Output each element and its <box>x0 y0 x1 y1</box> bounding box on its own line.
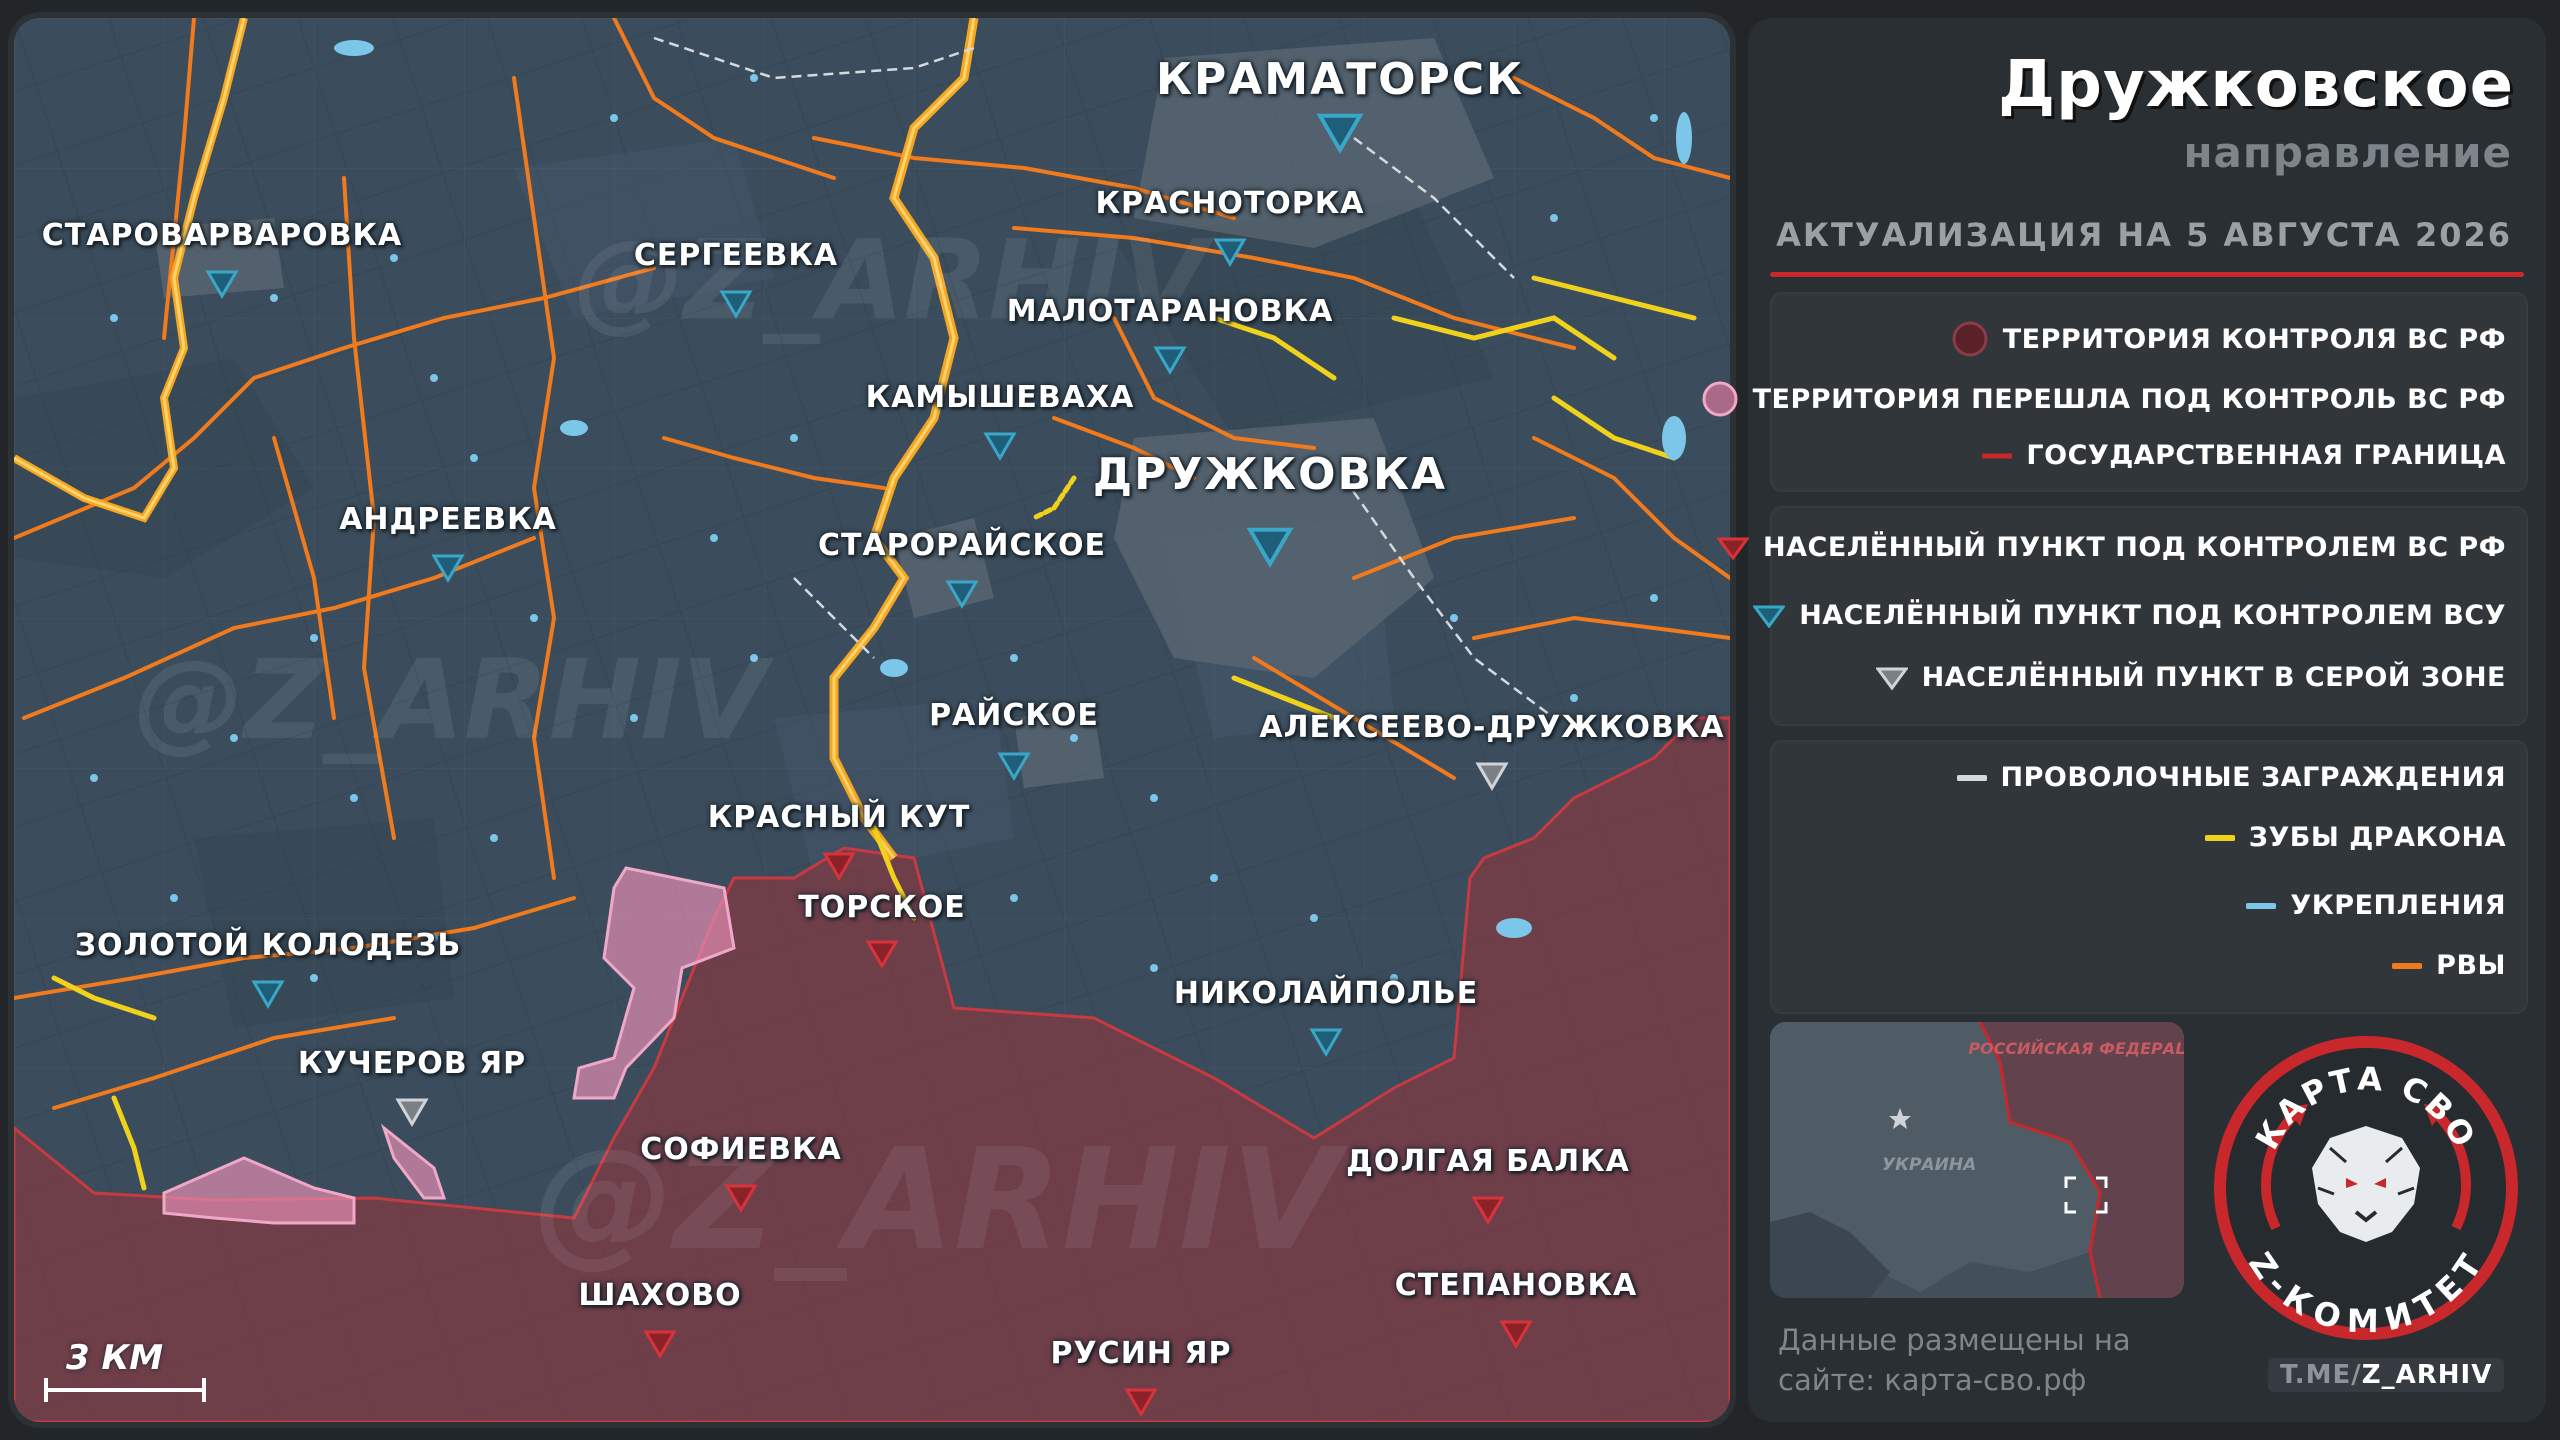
legend-item-border: ГОСУДАРСТВЕННАЯ ГРАНИЦА <box>1982 440 2506 471</box>
dragon-teeth-line-icon <box>2204 834 2235 841</box>
source-note: Данные размещены на сайте: карта-сво.рф <box>1778 1323 2131 1397</box>
legend-item-grey-settlement: НАСЕЛЁННЫЙ ПУНКТ В СЕРОЙ ЗОНЕ <box>1875 662 2506 693</box>
border-line-icon <box>1982 453 2013 458</box>
settlement-label[interactable]: ШАХОВО <box>578 1278 741 1313</box>
update-date: АКТУАЛИЗАЦИЯ НА 5 АВГУСТА 2026 <box>1776 216 2512 254</box>
settlement-label[interactable]: СТАРОРАЙСКОЕ <box>818 528 1106 563</box>
overview-inset-map: РОССИЙСКАЯ ФЕДЕРАЦИЯ УКРАИНА <box>1770 1022 2184 1298</box>
settlement-label[interactable]: СТАРОВАРВАРОВКА <box>42 218 402 253</box>
legend-label: ПРОВОЛОЧНЫЕ ЗАГРАЖДЕНИЯ <box>2000 762 2506 793</box>
settlement-label[interactable]: ЗОЛОТОЙ КОЛОДЕЗЬ <box>75 928 462 963</box>
legend-label: НАСЕЛЁННЫЙ ПУНКТ В СЕРОЙ ЗОНЕ <box>1921 662 2506 693</box>
telegram-handle[interactable]: T.ME/Z_ARHIV <box>2268 1358 2505 1392</box>
sidebar: Дружковское направление АКТУАЛИЗАЦИЯ НА … <box>1702 18 2546 1422</box>
ditch-line-icon <box>2392 962 2423 969</box>
dark-red-circle-icon <box>1952 321 1988 357</box>
settlement-label[interactable]: РУСИН ЯР <box>1051 1336 1232 1371</box>
settlement-label[interactable]: ДОЛГАЯ БАЛКА <box>1346 1144 1630 1179</box>
legend-label: НАСЕЛЁННЫЙ ПУНКТ ПОД КОНТРОЛЕМ ВСУ <box>1799 600 2506 631</box>
settlement-label[interactable]: МАЛОТАРАНОВКА <box>1007 294 1334 329</box>
legend-fortifications: ПРОВОЛОЧНЫЕ ЗАГРАЖДЕНИЯ ЗУБЫ ДРАКОНА УКР… <box>1770 740 2528 1014</box>
legend-item-fortifications: УКРЕПЛЕНИЯ <box>2246 890 2506 921</box>
inset-russia-label: РОССИЙСКАЯ ФЕДЕРАЦИЯ <box>1968 1039 2184 1058</box>
karta-svo-logo: КАРТА СВО Z-КОМИТЕТ <box>2214 1036 2518 1340</box>
legend-settlements: НАСЕЛЁННЫЙ ПУНКТ ПОД КОНТРОЛЕМ ВС РФ НАС… <box>1717 506 2528 726</box>
legend-item-ru-control: ТЕРРИТОРИЯ КОНТРОЛЯ ВС РФ <box>1951 320 2506 358</box>
accent-divider <box>1770 272 2524 277</box>
grey-triangle-icon <box>1875 667 1908 690</box>
legend-item-wire: ПРОВОЛОЧНЫЕ ЗАГРАЖДЕНИЯ <box>1956 762 2506 793</box>
legend-item-ru-settlement: НАСЕЛЁННЫЙ ПУНКТ ПОД КОНТРОЛЕМ ВС РФ <box>1717 532 2506 563</box>
settlement-label[interactable]: ТОРСКОЕ <box>798 890 966 925</box>
legend-item-dragon-teeth: ЗУБЫ ДРАКОНА <box>2204 822 2506 853</box>
legend-label: ТЕРРИТОРИЯ КОНТРОЛЯ ВС РФ <box>2002 323 2506 355</box>
settlement-label[interactable]: КРАМАТОРСК <box>1156 54 1524 105</box>
pink-circle-icon <box>1702 381 1738 417</box>
wire-line-icon <box>1956 774 1987 781</box>
legend-label: ТЕРРИТОРИЯ ПЕРЕШЛА ПОД КОНТРОЛЬ ВС РФ <box>1752 383 2506 415</box>
settlement-label[interactable]: СОФИЕВКА <box>640 1132 841 1167</box>
settlement-label[interactable]: КАМЫШЕВАХА <box>866 380 1135 415</box>
legend-label: ЗУБЫ ДРАКОНА <box>2248 822 2506 853</box>
telegram-name: Z_ARHIV <box>2361 1360 2493 1390</box>
settlement-label[interactable]: РАЙСКОЕ <box>929 698 1099 733</box>
svg-text:@Z_ARHIV: @Z_ARHIV <box>134 636 775 764</box>
legend-label: ГОСУДАРСТВЕННАЯ ГРАНИЦА <box>2026 440 2506 471</box>
legend-item-ru-new: ТЕРРИТОРИЯ ПЕРЕШЛА ПОД КОНТРОЛЬ ВС РФ <box>1701 380 2506 418</box>
blue-triangle-icon <box>1753 605 1786 628</box>
map-title: Дружковское <box>1998 48 2514 122</box>
legend-territory: ТЕРРИТОРИЯ КОНТРОЛЯ ВС РФ ТЕРРИТОРИЯ ПЕР… <box>1702 292 2528 492</box>
settlement-label[interactable]: ДРУЖКОВКА <box>1093 449 1447 500</box>
legend-item-ua-settlement: НАСЕЛЁННЫЙ ПУНКТ ПОД КОНТРОЛЕМ ВСУ <box>1753 600 2506 631</box>
map-subtitle: направление <box>2183 128 2512 177</box>
map-panel[interactable]: @Z_ARHIV @Z_ARHIV @Z_ARHIV КРАМАТОРСК КРА… <box>14 18 1730 1422</box>
scale-label: 3 КМ <box>66 1338 164 1378</box>
legend-label: РВЫ <box>2436 950 2506 981</box>
overview-map-canvas: РОССИЙСКАЯ ФЕДЕРАЦИЯ УКРАИНА <box>1770 1022 2184 1298</box>
legend-item-ditches: РВЫ <box>2392 950 2506 981</box>
settlement-label[interactable]: СЕРГЕЕВКА <box>634 238 838 273</box>
inset-ukraine-label: УКРАИНА <box>1882 1155 1976 1175</box>
settlement-label[interactable]: КРАСНОТОРКА <box>1095 186 1364 221</box>
telegram-prefix: T.ME/ <box>2280 1360 2362 1390</box>
settlement-label[interactable]: АНДРЕЕВКА <box>339 502 557 537</box>
red-triangle-icon <box>1717 537 1750 560</box>
settlement-label[interactable]: СТЕПАНОВКА <box>1395 1268 1638 1303</box>
settlement-label[interactable]: КРАСНЫЙ КУТ <box>708 800 971 835</box>
settlement-label[interactable]: АЛЕКСЕЕВО-ДРУЖКОВКА <box>1259 710 1724 745</box>
settlement-label[interactable]: НИКОЛАЙПОЛЬЕ <box>1174 976 1478 1011</box>
legend-label: НАСЕЛЁННЫЙ ПУНКТ ПОД КОНТРОЛЕМ ВС РФ <box>1763 532 2506 563</box>
legend-label: УКРЕПЛЕНИЯ <box>2290 890 2506 921</box>
fortification-line-icon <box>2246 902 2277 909</box>
settlement-label[interactable]: КУЧЕРОВ ЯР <box>298 1046 526 1081</box>
